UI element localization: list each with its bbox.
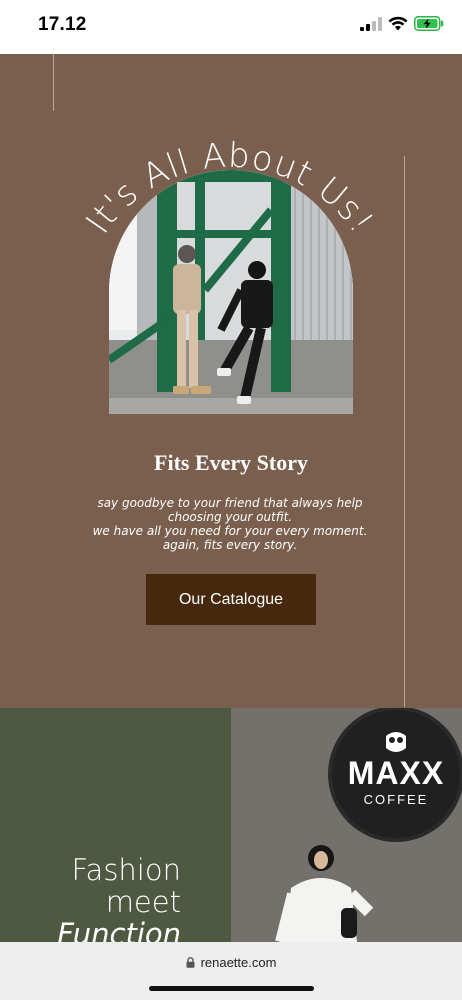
home-indicator[interactable]: [149, 986, 314, 991]
fashion-tagline-line: meet: [105, 885, 181, 919]
hero-section: It's All About Us! Fits Every Story say …: [0, 54, 462, 708]
url-row[interactable]: renaette.com: [0, 955, 462, 970]
fashion-text-panel: Fashion meet Function: [0, 708, 231, 950]
hero-description-line: we have all you need for your every mome…: [92, 524, 368, 538]
lock-icon: [186, 957, 195, 968]
hero-description: say goodbye to your friend that always h…: [60, 496, 400, 552]
battery-charging-icon: [414, 16, 444, 31]
url-text: renaette.com: [200, 955, 277, 970]
our-catalogue-button[interactable]: Our Catalogue: [146, 574, 316, 625]
fashion-tagline: Fashion meet Function: [57, 854, 181, 950]
hero-description-line: again, fits every story.: [162, 538, 298, 552]
decorative-line-right: [404, 156, 405, 707]
hero-heading: Fits Every Story: [154, 450, 308, 475]
fashion-tagline-line: Fashion: [71, 853, 181, 887]
sign-sub-text: COFFEE: [364, 792, 429, 807]
cellular-signal-icon: [360, 16, 382, 31]
status-time: 17.12: [38, 14, 87, 35]
browser-address-bar[interactable]: renaette.com: [0, 942, 462, 1000]
status-bar: 17.12: [0, 0, 462, 54]
owl-logo-icon: [386, 732, 406, 752]
wifi-icon: [388, 16, 408, 31]
hero-description-line: choosing your outfit.: [167, 510, 293, 524]
fashion-section: Fashion meet Function MAXX COFFEE: [0, 708, 462, 950]
status-icons: [360, 16, 444, 31]
decorative-line-left: [53, 54, 54, 111]
hero-photo: [109, 170, 353, 414]
page: 17.12 It's All About Us! Fits Every Stor…: [0, 0, 462, 1000]
hero-description-line: say goodbye to your friend that always h…: [97, 496, 363, 510]
fashion-photo: MAXX COFFEE: [231, 708, 462, 942]
sign-brand-text: MAXX: [348, 755, 444, 791]
